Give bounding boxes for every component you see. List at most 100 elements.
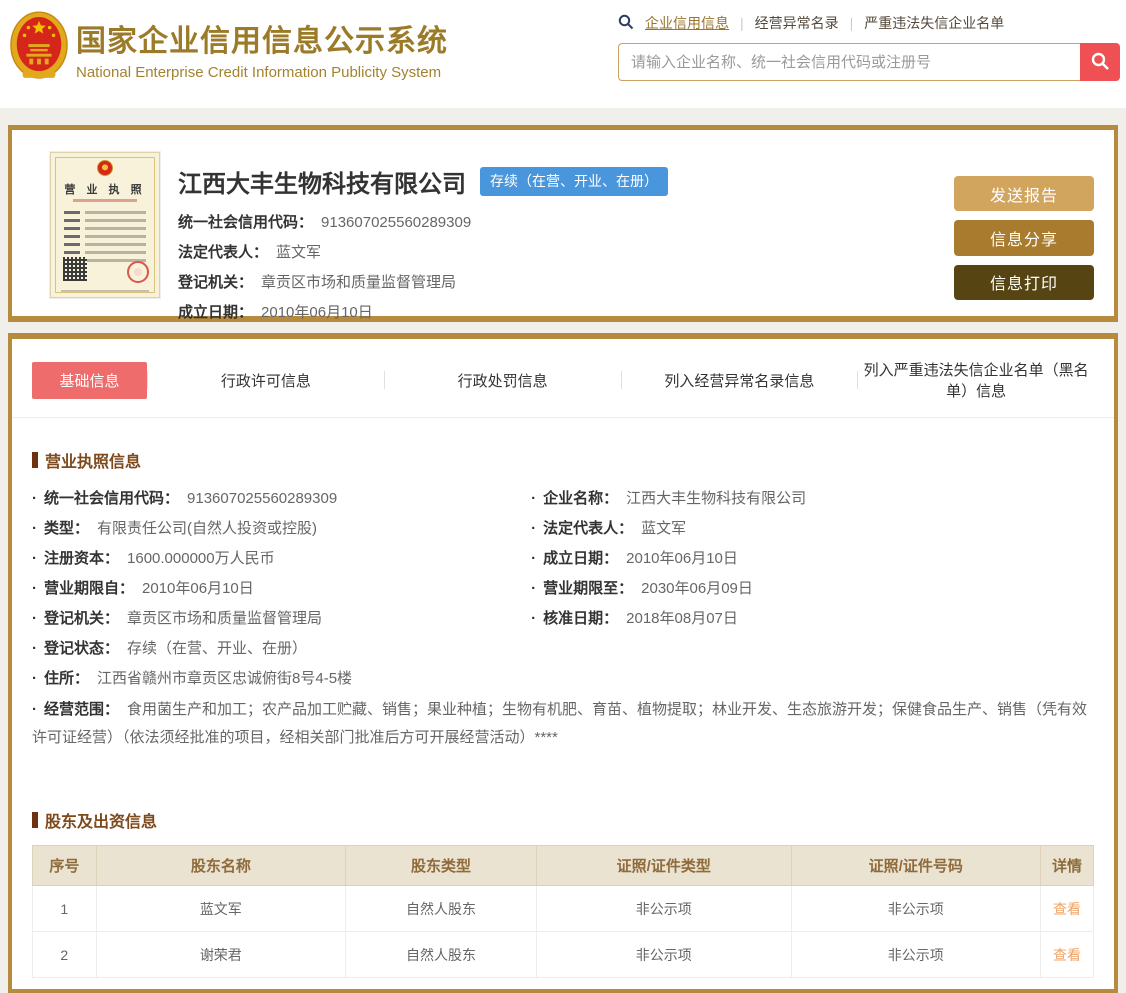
field-label: 统一社会信用代码： [178, 214, 314, 231]
info-label: 营业期限自： [44, 580, 135, 597]
nav-blacklist[interactable]: 严重违法失信企业名单 [864, 13, 1004, 33]
national-emblem-logo [10, 8, 68, 108]
info-label: 营业期限至： [543, 580, 634, 597]
license-info-left-column: 统一社会信用代码： 913607025560289309 类型： 有限责任公司(自然人… [32, 484, 531, 694]
info-row: 营业期限自： 2010年06月10日 [32, 574, 531, 604]
info-label: 登记机关： [44, 610, 120, 627]
nav-abnormal-directory[interactable]: 经营异常名录 [755, 13, 839, 33]
info-value: 2018年08月07日 [626, 610, 738, 627]
table-header-cell: 证照/证件号码 [790, 845, 1041, 886]
info-label: 类型： [44, 520, 90, 537]
info-row: 登记状态： 存续（在营、开业、在册） [32, 634, 531, 664]
tab-basic-info[interactable]: 基础信息 [32, 361, 147, 399]
info-label: 企业名称： [543, 490, 619, 507]
info-value: 存续（在营、开业、在册） [127, 640, 308, 657]
cell-cert-no: 非公示项 [790, 885, 1041, 932]
business-license-image: 营 业 执 照 [50, 152, 160, 298]
site-titles: 国家企业信用信息公示系统 National Enterprise Credit … [76, 8, 448, 108]
search-icon [618, 14, 634, 33]
info-value: 章贡区市场和质量监督管理局 [127, 610, 323, 627]
nav-credit-info[interactable]: 企业信用信息 [645, 13, 729, 33]
company-info: 江西大丰生物科技有限公司 存续（在营、开业、在册） 统一社会信用代码： 91360… [178, 152, 942, 321]
field-label: 法定代表人： [178, 244, 269, 261]
license-info-right-column: 企业名称： 江西大丰生物科技有限公司法定代表人： 蓝文军成立日期： 2010年06月1… [531, 484, 1094, 694]
info-label: 注册资本： [44, 550, 120, 567]
shareholders-table: 序号 股东名称 股东类型 证照/证件类型 证照/证件号码 详情 1 蓝文军 自然人股东 非公示项… [32, 845, 1095, 978]
info-value: 食用菌生产和加工；农产品加工贮藏、销售；果业种植；生物有机肥、育苗、植物提取；林… [32, 701, 1088, 746]
info-row: 类型： 有限责任公司(自然人投资或控股) [32, 514, 531, 544]
company-field-row: 登记机关： 章贡区市场和质量监督管理局 [178, 271, 942, 292]
section-title-shareholders: 股东及出资信息 [32, 808, 1094, 832]
info-row: 统一社会信用代码： 913607025560289309 [32, 484, 531, 514]
company-field-row: 法定代表人： 蓝文军 [178, 241, 942, 262]
print-info-button[interactable]: 信息打印 [954, 264, 1094, 300]
section-title-license-info: 营业执照信息 [32, 448, 1094, 472]
site-title-en: National Enterprise Credit Information P… [76, 64, 442, 81]
card-action-buttons: 发送报告信息分享信息打印 [954, 176, 1094, 300]
section-bar-icon [32, 452, 38, 468]
shareholders-section: 股东及出资信息 序号 股东名称 股东类型 证照/证件类型 证照/证件号码 详情 1 蓝文军自… [12, 808, 1114, 978]
nav-separator: | [740, 15, 744, 31]
info-value: 2010年06月10日 [142, 580, 254, 597]
field-value: 蓝文军 [276, 244, 322, 261]
info-row: 法定代表人： 蓝文军 [531, 514, 1094, 544]
table-row: 1 蓝文军 自然人股东 非公示项 非公示项 查看 [32, 885, 1095, 932]
info-value: 1600.000000万人民币 [127, 550, 275, 567]
tab-blacklist[interactable]: 列入严重违法失信企业名单（黑名单）信息 [858, 351, 1094, 409]
info-row: 住所： 江西省赣州市章贡区忠诚俯街8号4-5楼 [32, 664, 531, 694]
tab-admin-penalty[interactable]: 行政处罚信息 [385, 362, 621, 399]
search-bar [618, 43, 1120, 81]
license-qr-code [63, 257, 87, 281]
info-label: 法定代表人： [543, 520, 634, 537]
info-row: 核准日期： 2018年08月07日 [531, 604, 1094, 634]
field-value: 章贡区市场和质量监督管理局 [261, 274, 457, 291]
site-header: 国家企业信用信息公示系统 National Enterprise Credit … [0, 0, 1126, 108]
info-value: 有限责任公司(自然人投资或控股) [97, 520, 318, 537]
search-button[interactable] [1080, 43, 1120, 81]
info-row: 企业名称： 江西大丰生物科技有限公司 [531, 484, 1094, 514]
company-key-fields: 统一社会信用代码： 913607025560289309 法定代表人： 蓝文军登记机关… [178, 211, 942, 322]
info-row: 经营范围：食用菌生产和加工；农产品加工贮藏、销售；果业种植；生物有机肥、育苗、植… [32, 696, 1094, 752]
info-row: 登记机关： 章贡区市场和质量监督管理局 [32, 604, 531, 634]
license-emblem-icon [97, 160, 113, 176]
status-badge: 存续（在营、开业、在册） [480, 167, 668, 196]
share-info-button[interactable]: 信息分享 [954, 220, 1094, 256]
section-bar-icon [32, 812, 38, 828]
brand: 国家企业信用信息公示系统 National Enterprise Credit … [10, 8, 448, 108]
view-detail-link[interactable]: 查看 [1053, 901, 1081, 917]
info-label: 成立日期： [543, 550, 619, 567]
cell-cert-type: 非公示项 [535, 885, 792, 932]
table-header-cell: 证照/证件类型 [535, 845, 792, 886]
company-summary-card: 营 业 执 照 江西大丰生物科技有限公司 存续（在营、开业、在册） 统一社会信用… [8, 125, 1118, 322]
license-footer-line [61, 290, 149, 292]
cell-name: 蓝文军 [95, 885, 346, 932]
company-field-row: 成立日期： 2010年06月10日 [178, 301, 942, 322]
detail-panel: 基础信息 行政许可信息 行政处罚信息 列入经营异常名录信息 列入严重违法失信企业名单（黑… [8, 333, 1118, 993]
info-value: 2030年06月09日 [641, 580, 753, 597]
info-row: 成立日期： 2010年06月10日 [531, 544, 1094, 574]
top-navigation: 企业信用信息 | 经营异常名录 | 严重违法失信企业名单 [618, 13, 1120, 33]
send-report-button[interactable]: 发送报告 [954, 176, 1094, 212]
info-label: 经营范围： [44, 701, 120, 718]
field-value: 2010年06月10日 [261, 304, 373, 321]
header-right: 企业信用信息 | 经营异常名录 | 严重违法失信企业名单 [618, 8, 1120, 108]
info-value: 江西省赣州市章贡区忠诚俯街8号4-5楼 [97, 670, 353, 687]
company-field-row: 统一社会信用代码： 913607025560289309 [178, 211, 942, 232]
license-info-section: 营业执照信息 统一社会信用代码： 913607025560289309 类型： 有限责… [12, 448, 1114, 752]
field-value: 913607025560289309 [321, 214, 472, 231]
company-name: 江西大丰生物科技有限公司 [178, 171, 466, 198]
cell-no: 1 [32, 885, 97, 932]
info-label: 统一社会信用代码： [44, 490, 180, 507]
info-label: 住所： [44, 670, 90, 687]
search-button-icon [1090, 51, 1110, 74]
info-label: 登记状态： [44, 640, 120, 657]
table-header-cell: 序号 [32, 845, 97, 886]
cell-detail: 查看 [1039, 885, 1095, 932]
license-red-seal [127, 261, 149, 283]
search-input[interactable] [618, 43, 1080, 81]
info-value: 蓝文军 [641, 520, 687, 537]
license-info-full-rows: 经营范围：食用菌生产和加工；农产品加工贮藏、销售；果业种植；生物有机肥、育苗、植… [32, 696, 1094, 752]
field-label: 成立日期： [178, 304, 254, 321]
tab-abnormal-list[interactable]: 列入经营异常名录信息 [622, 362, 858, 399]
tab-admin-license[interactable]: 行政许可信息 [148, 362, 384, 399]
